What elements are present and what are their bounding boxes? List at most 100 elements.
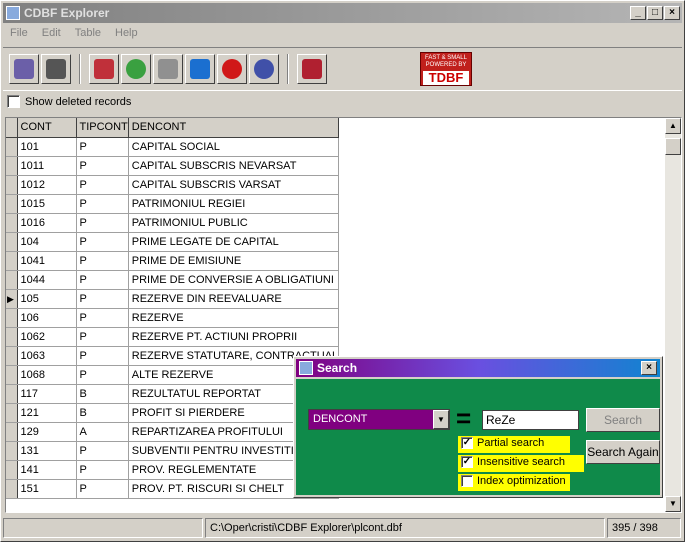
table-cell[interactable]: 141 xyxy=(17,460,77,480)
search-again-button[interactable]: Search Again xyxy=(586,440,660,464)
table-cell[interactable]: P xyxy=(76,460,129,480)
table-cell[interactable]: P xyxy=(76,308,129,328)
filter-button[interactable] xyxy=(217,54,247,84)
table-cell[interactable]: P xyxy=(76,289,129,309)
current-row-indicator[interactable]: ▶ xyxy=(6,289,18,309)
table-row[interactable]: 104 P PRIME LEGATE DE CAPITAL xyxy=(6,232,340,252)
table-cell[interactable]: 129 xyxy=(17,422,77,442)
table-row[interactable]: 1016 P PATRIMONIUL PUBLIC xyxy=(6,213,340,233)
vertical-scrollbar[interactable]: ▲ ▼ xyxy=(665,118,681,512)
table-cell[interactable]: CAPITAL SOCIAL xyxy=(128,137,340,157)
maximize-button[interactable]: □ xyxy=(647,6,663,20)
open-button[interactable] xyxy=(9,54,39,84)
table-row[interactable]: 1062 P REZERVE PT. ACTIUNI PROPRII xyxy=(6,327,340,347)
edit-button[interactable] xyxy=(297,54,327,84)
partial-search-option[interactable]: ✓ Partial search xyxy=(458,436,570,453)
search-field-select[interactable]: DENCONT ▼ xyxy=(308,409,450,430)
search-value-input[interactable]: ReZe xyxy=(482,410,579,430)
table-cell[interactable]: P xyxy=(76,137,129,157)
table-cell[interactable]: 1062 xyxy=(17,327,77,347)
menu-table[interactable]: Table xyxy=(68,24,108,39)
table-row[interactable]: 106 P REZERVE xyxy=(6,308,340,328)
search-button[interactable]: Search xyxy=(586,408,660,432)
title-bar[interactable]: CDBF Explorer _ □ × xyxy=(3,3,682,23)
table-row[interactable]: 1012 P CAPITAL SUBSCRIS VARSAT xyxy=(6,175,340,195)
table-row[interactable]: 1015 P PATRIMONIUL REGIEI xyxy=(6,194,340,214)
row-indicator[interactable] xyxy=(6,156,18,176)
table-cell[interactable]: 1012 xyxy=(17,175,77,195)
row-indicator[interactable] xyxy=(6,479,18,499)
table-cell[interactable]: P xyxy=(76,156,129,176)
row-indicator[interactable] xyxy=(6,251,18,271)
table-cell[interactable]: 1016 xyxy=(17,213,77,233)
table-cell[interactable]: P xyxy=(76,175,129,195)
row-indicator[interactable] xyxy=(6,460,18,480)
table-cell[interactable]: 117 xyxy=(17,384,77,404)
table-cell[interactable]: PATRIMONIUL REGIEI xyxy=(128,194,340,214)
table-cell[interactable]: 151 xyxy=(17,479,77,499)
table-row[interactable]: 151 P PROV. PT. RISCURI SI CHELT xyxy=(6,479,340,499)
chevron-down-icon[interactable]: ▼ xyxy=(433,410,449,429)
table-cell[interactable]: REZERVE PT. ACTIUNI PROPRII xyxy=(128,327,340,347)
table-cell[interactable]: 131 xyxy=(17,441,77,461)
relations-button[interactable] xyxy=(249,54,279,84)
dialog-close-button[interactable]: × xyxy=(641,361,657,375)
search-dialog-title-bar[interactable]: Search × xyxy=(296,359,660,377)
table-cell[interactable]: 1011 xyxy=(17,156,77,176)
row-indicator[interactable] xyxy=(6,441,18,461)
table-row[interactable]: 131 P SUBVENTII PENTRU INVESTITII xyxy=(6,441,340,461)
insensitive-search-checkbox[interactable]: ✓ xyxy=(461,456,473,469)
table-cell[interactable]: P xyxy=(76,365,129,385)
sort-button[interactable] xyxy=(185,54,215,84)
table-cell[interactable]: PRIME LEGATE DE CAPITAL xyxy=(128,232,340,252)
table-cell[interactable]: PRIME DE CONVERSIE A OBLIGATIUNI xyxy=(128,270,340,290)
row-indicator[interactable] xyxy=(6,308,18,328)
trash-button[interactable] xyxy=(153,54,183,84)
row-indicator[interactable] xyxy=(6,232,18,252)
table-cell[interactable]: 101 xyxy=(17,137,77,157)
table-cell[interactable]: P xyxy=(76,479,129,499)
menu-edit[interactable]: Edit xyxy=(35,24,68,39)
close-button[interactable]: × xyxy=(664,6,680,20)
row-indicator[interactable] xyxy=(6,213,18,233)
table-cell[interactable]: P xyxy=(76,346,129,366)
table-cell[interactable]: P xyxy=(76,327,129,347)
row-indicator[interactable] xyxy=(6,194,18,214)
partial-search-checkbox[interactable]: ✓ xyxy=(461,437,473,450)
table-row[interactable]: 1011 P CAPITAL SUBSCRIS NEVARSAT xyxy=(6,156,340,176)
insensitive-search-option[interactable]: ✓ Insensitive search xyxy=(458,455,584,472)
table-cell[interactable]: 1063 xyxy=(17,346,77,366)
scroll-down-button[interactable]: ▼ xyxy=(665,496,681,512)
table-row[interactable]: 129 A REPARTIZAREA PROFITULUI xyxy=(6,422,340,442)
table-cell[interactable]: CAPITAL SUBSCRIS NEVARSAT xyxy=(128,156,340,176)
minimize-button[interactable]: _ xyxy=(630,6,646,20)
row-indicator[interactable] xyxy=(6,137,18,157)
recycle-button[interactable] xyxy=(121,54,151,84)
table-cell[interactable]: 1041 xyxy=(17,251,77,271)
table-cell[interactable]: P xyxy=(76,441,129,461)
row-indicator[interactable] xyxy=(6,327,18,347)
table-cell[interactable]: REZERVE xyxy=(128,308,340,328)
show-deleted-checkbox[interactable] xyxy=(7,95,20,108)
table-cell[interactable]: 1068 xyxy=(17,365,77,385)
table-row[interactable]: 1063 P REZERVE STATUTARE, CONTRACTUAL xyxy=(6,346,340,366)
column-header[interactable]: TIPCONT xyxy=(76,118,129,138)
scroll-up-button[interactable]: ▲ xyxy=(665,118,681,134)
table-row[interactable]: 141 P PROV. REGLEMENTATE xyxy=(6,460,340,480)
row-indicator[interactable] xyxy=(6,384,18,404)
table-cell[interactable]: 105 xyxy=(17,289,77,309)
row-indicator[interactable] xyxy=(6,422,18,442)
table-cell[interactable]: P xyxy=(76,251,129,271)
table-cell[interactable]: PATRIMONIUL PUBLIC xyxy=(128,213,340,233)
index-optimization-checkbox[interactable] xyxy=(461,475,473,488)
index-optimization-option[interactable]: Index optimization xyxy=(458,474,570,491)
table-cell[interactable]: REZERVE DIN REEVALUARE xyxy=(128,289,340,309)
column-header[interactable]: DENCONT xyxy=(128,118,340,138)
table-cell[interactable]: P xyxy=(76,270,129,290)
table-cell[interactable]: 121 xyxy=(17,403,77,423)
menu-help[interactable]: Help xyxy=(108,24,145,39)
row-indicator[interactable] xyxy=(6,365,18,385)
table-row[interactable]: 121 B PROFIT SI PIERDERE xyxy=(6,403,340,423)
table-row[interactable]: 101 P CAPITAL SOCIAL xyxy=(6,137,340,157)
table-cell[interactable]: P xyxy=(76,194,129,214)
